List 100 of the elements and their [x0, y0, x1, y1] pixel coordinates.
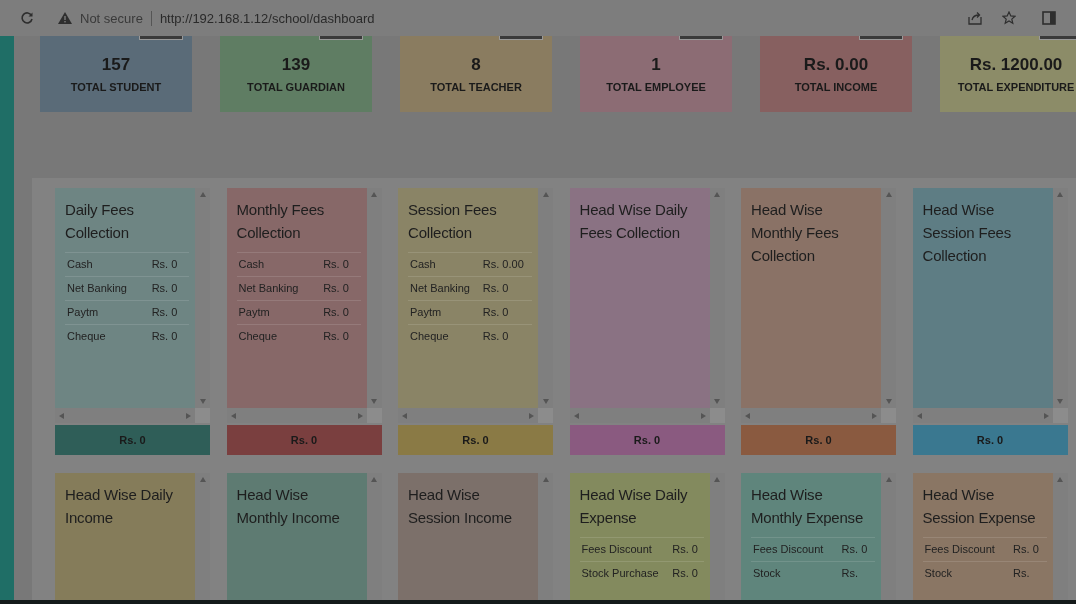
scroll-right-icon[interactable]	[872, 412, 877, 419]
scroll-right-icon[interactable]	[357, 412, 363, 419]
scroll-right-icon[interactable]	[186, 412, 191, 419]
payment-label: Fees Discount	[579, 537, 671, 562]
card-tab-edge	[859, 36, 903, 40]
address-url[interactable]: http://192.168.1.12/school/dashboard	[150, 10, 375, 26]
payment-label: Net Banking	[65, 276, 150, 301]
scroll-down-icon[interactable]	[714, 399, 720, 404]
payment-amount: Rs. 0	[839, 537, 875, 562]
stat-label: TOTAL INCOME	[794, 81, 878, 93]
payment-label: Cheque	[408, 324, 481, 348]
widget-title: Head Wise Monthly Expense	[751, 485, 865, 528]
scroll-left-icon[interactable]	[402, 412, 407, 419]
scroll-down-icon[interactable]	[371, 399, 377, 404]
stat-value: 1	[651, 55, 661, 75]
reload-icon[interactable]	[20, 11, 34, 25]
widget-title: Head Wise Monthly Income	[236, 485, 341, 528]
stat-value: 139	[281, 55, 311, 75]
widget-title: Daily Fees Collection	[65, 200, 135, 243]
scroll-up-icon[interactable]	[1057, 192, 1063, 197]
payment-label: Net Banking	[408, 276, 481, 301]
payment-label: Paytm	[236, 300, 322, 325]
payment-label: Paytm	[408, 300, 481, 325]
payment-amount: Rs. 0	[1011, 537, 1047, 562]
payment-amount: Rs. 0	[480, 276, 532, 301]
scroll-up-icon[interactable]	[714, 477, 720, 482]
scroll-left-icon[interactable]	[916, 412, 922, 419]
scroll-up-icon[interactable]	[1057, 477, 1063, 482]
payment-label: Paytm	[65, 300, 150, 325]
scroll-up-icon[interactable]	[885, 192, 892, 197]
widget-total: Rs. 0	[569, 425, 725, 455]
scroll-up-icon[interactable]	[542, 477, 549, 482]
scroll-up-icon[interactable]	[199, 192, 206, 197]
scroll-left-icon[interactable]	[745, 412, 750, 419]
side-panel-icon[interactable]	[1042, 11, 1056, 25]
scroll-down-icon[interactable]	[199, 399, 206, 404]
scroll-left-icon[interactable]	[573, 412, 579, 419]
scroll-up-icon[interactable]	[371, 477, 377, 482]
widget-title: Session Fees Collection	[408, 200, 498, 243]
payment-amount: Rs. 0	[149, 300, 189, 325]
scroll-down-icon[interactable]	[885, 399, 892, 404]
scroll-up-icon[interactable]	[199, 477, 206, 482]
payment-label: Cheque	[65, 324, 150, 348]
stat-label: TOTAL TEACHER	[430, 81, 522, 93]
payment-amount: Rs. 0	[149, 252, 189, 277]
scroll-left-icon[interactable]	[59, 412, 64, 419]
payment-label: Stock Purchase	[579, 561, 671, 585]
stat-label: TOTAL STUDENT	[70, 81, 162, 93]
payment-amount: Rs. 0	[149, 276, 189, 301]
widget-title: Head Wise Session Income	[408, 485, 513, 528]
scroll-up-icon[interactable]	[885, 477, 892, 482]
widget-title: Head Wise Monthly Fees Collection	[751, 200, 840, 266]
payment-label: Stock	[751, 561, 840, 585]
stat-value: 157	[101, 55, 131, 75]
stat-value: 8	[471, 55, 481, 75]
scrollbar-corner	[881, 408, 896, 423]
star-icon[interactable]	[1002, 11, 1016, 25]
payment-label: Cash	[236, 252, 322, 277]
scroll-right-icon[interactable]	[529, 412, 534, 419]
scroll-left-icon[interactable]	[230, 412, 236, 419]
warning-icon	[58, 12, 72, 24]
stat-value: Rs. 0.00	[803, 55, 869, 75]
scrollbar-corner	[195, 408, 210, 423]
payment-amount: Rs. 0	[480, 300, 532, 325]
widget-total: Rs. 0	[55, 425, 210, 455]
scroll-right-icon[interactable]	[700, 412, 706, 419]
scroll-right-icon[interactable]	[1043, 412, 1049, 419]
payment-label: Cheque	[236, 324, 322, 348]
stat-value: Rs. 1200.00	[969, 55, 1063, 75]
card-tab-edge	[319, 36, 363, 40]
payment-amount: Rs.	[839, 561, 875, 585]
scroll-up-icon[interactable]	[371, 192, 377, 197]
payment-label: Fees Discount	[751, 537, 840, 562]
payment-amount: Rs. 0	[670, 537, 704, 562]
stat-label: TOTAL EXPENDITURE	[957, 81, 1075, 93]
payment-amount: Rs. 0	[480, 324, 532, 348]
payment-amount: Rs. 0	[149, 324, 189, 348]
scrollbar-corner	[538, 408, 553, 423]
widget-title: Monthly Fees Collection	[236, 200, 326, 243]
card-tab-edge	[139, 36, 183, 40]
card-tab-edge	[1039, 36, 1076, 40]
payment-label: Cash	[65, 252, 150, 277]
payment-label: Stock	[922, 561, 1012, 585]
payment-label: Net Banking	[236, 276, 322, 301]
payment-amount: Rs. 0	[321, 252, 361, 277]
scroll-down-icon[interactable]	[542, 399, 549, 404]
scroll-up-icon[interactable]	[542, 192, 549, 197]
payment-label: Fees Discount	[922, 537, 1012, 562]
stat-label: TOTAL EMPLOYEE	[606, 81, 706, 93]
widget-total: Rs. 0	[398, 425, 553, 455]
widget-title: Head Wise Daily Income	[65, 485, 174, 528]
widget-total: Rs. 0	[741, 425, 896, 455]
card-tab-edge	[499, 36, 543, 40]
scroll-down-icon[interactable]	[1057, 399, 1063, 404]
scroll-up-icon[interactable]	[714, 192, 720, 197]
payment-amount: Rs. 0	[321, 300, 361, 325]
widget-title: Head Wise Session Fees Collection	[922, 200, 1012, 266]
share-icon[interactable]	[968, 11, 982, 25]
security-label: Not secure	[80, 10, 143, 26]
payment-amount: Rs. 0	[321, 276, 361, 301]
